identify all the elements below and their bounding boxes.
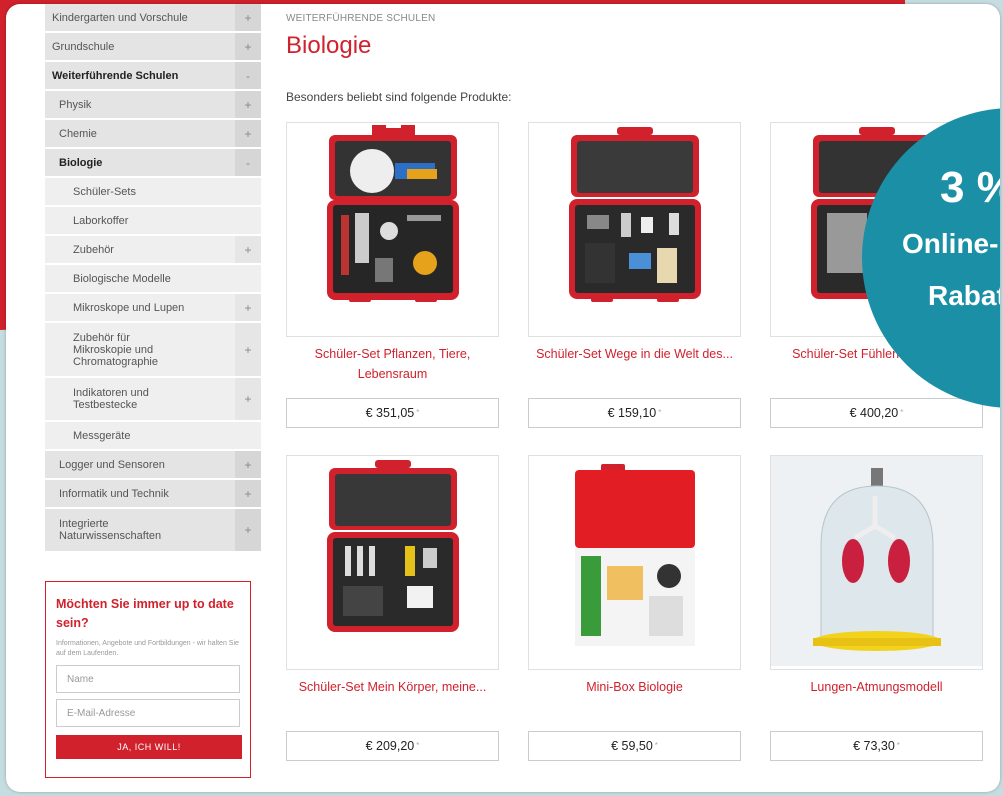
newsletter-text: Informationen, Angebote und Fortbildunge… (56, 640, 239, 657)
expand-toggle[interactable]: + (235, 480, 261, 507)
sidebar-item-schueler-sets[interactable]: Schüler-Sets (45, 178, 261, 207)
sidebar-item-label: Mikroskope und Lupen (73, 301, 185, 314)
sidebar-item-laborkoffer[interactable]: Laborkoffer (45, 207, 261, 236)
newsletter-box: Möchten Sie immer up to date sein? Infor… (45, 581, 251, 778)
product-image[interactable] (771, 456, 982, 666)
product-name-link[interactable]: Mini-Box Biologie (536, 677, 733, 697)
sidebar-item-label: Biologische Modelle (73, 272, 171, 285)
badge-percent: 3 % (940, 163, 1000, 212)
breadcrumb[interactable]: WEITERFÜHRENDE SCHULEN (286, 13, 435, 24)
product-name-link[interactable]: Schüler-Set Pflanzen, Tiere, Lebensraum (294, 344, 491, 384)
sidebar-item-label: Schüler-Sets (73, 185, 136, 198)
expand-toggle[interactable]: + (235, 509, 261, 551)
sidebar-item-weiterfuehrende-schulen[interactable]: Weiterführende Schulen - (45, 62, 261, 91)
sidebar-item-messgeraete[interactable]: Messgeräte (45, 422, 261, 451)
sidebar-item-biologische-modelle[interactable]: Biologische Modelle (45, 265, 261, 294)
email-field[interactable] (56, 699, 240, 727)
sidebar-item-kindergarten[interactable]: Kindergarten und Vorschule + (45, 4, 261, 33)
price-value: € 159,10 (607, 406, 657, 420)
expand-toggle[interactable]: + (235, 236, 261, 263)
expand-toggle[interactable]: + (235, 33, 261, 60)
sidebar-item-zubehoer[interactable]: Zubehör + (45, 236, 261, 265)
page-title: Biologie (286, 32, 372, 59)
sidebar-item-label: Weiterführende Schulen (52, 69, 179, 82)
sidebar-item-label: Laborkoffer (73, 214, 129, 227)
price-value: € 59,50 (611, 739, 653, 753)
subscribe-button[interactable]: JA, ICH WILL! (56, 735, 242, 759)
product-image[interactable] (529, 456, 740, 666)
category-sidebar: Kindergarten und Vorschule + Grundschule… (45, 4, 261, 553)
product-card[interactable] (528, 122, 741, 337)
expand-toggle[interactable]: + (235, 378, 261, 420)
product-card[interactable] (770, 455, 983, 670)
page-panel: Kindergarten und Vorschule + Grundschule… (6, 4, 1000, 792)
expand-toggle[interactable]: + (235, 120, 261, 147)
sidebar-item-integrierte[interactable]: Integrierte Naturwissenschaften + (45, 509, 261, 553)
sidebar-item-informatik[interactable]: Informatik und Technik + (45, 480, 261, 509)
product-image[interactable] (287, 456, 498, 666)
sidebar-item-label: Logger und Sensoren (59, 458, 165, 471)
product-name-link[interactable]: Lungen-Atmungsmodell (778, 677, 975, 697)
price-box: € 159,10 * (528, 398, 741, 428)
collapse-toggle[interactable]: - (235, 62, 261, 89)
expand-toggle[interactable]: + (235, 4, 261, 31)
expand-toggle[interactable]: + (235, 323, 261, 376)
price-star: * (654, 741, 658, 750)
product-card[interactable] (286, 122, 499, 337)
sidebar-item-label: Kindergarten und Vorschule (52, 11, 188, 24)
price-star: * (900, 408, 904, 417)
sidebar-item-label: Informatik und Technik (59, 487, 169, 500)
expand-toggle[interactable]: + (235, 91, 261, 118)
product-image[interactable] (287, 123, 498, 333)
name-field[interactable] (56, 665, 240, 693)
sidebar-item-zubehoer-mikroskopie[interactable]: Zubehör für Mikroskopie und Chromatograp… (45, 323, 261, 378)
price-star: * (896, 741, 900, 750)
sidebar-item-label: Biologie (59, 156, 103, 169)
expand-toggle[interactable]: + (235, 451, 261, 478)
expand-toggle[interactable]: + (235, 294, 261, 321)
price-box: € 351,05 * (286, 398, 499, 428)
badge-line-rabatt: Rabatt (928, 280, 1000, 311)
product-card[interactable] (286, 455, 499, 670)
price-box: € 400,20 * (770, 398, 983, 428)
sidebar-item-label: Indikatoren und Testbestecke (73, 387, 149, 411)
sidebar-item-logger[interactable]: Logger und Sensoren + (45, 451, 261, 480)
sidebar-item-label: Zubehör (73, 243, 114, 256)
price-value: € 351,05 (365, 406, 415, 420)
price-star: * (416, 408, 420, 417)
price-star: * (658, 408, 662, 417)
sidebar-item-label: Zubehör für Mikroskopie und Chromatograp… (73, 331, 158, 368)
newsletter-title: Möchten Sie immer up to date sein? (56, 597, 234, 630)
collapse-toggle[interactable]: - (235, 149, 261, 176)
sidebar-item-biologie[interactable]: Biologie - (45, 149, 261, 178)
sidebar-item-physik[interactable]: Physik + (45, 91, 261, 120)
price-value: € 73,30 (853, 739, 895, 753)
price-box: € 209,20 * (286, 731, 499, 761)
intro-text: Besonders beliebt sind folgende Produkte… (286, 90, 512, 104)
product-name-link[interactable]: Schüler-Set Wege in die Welt des... (536, 344, 733, 364)
price-box: € 59,50 * (528, 731, 741, 761)
product-card[interactable] (528, 455, 741, 670)
product-name-link[interactable]: Schüler-Set Mein Körper, meine... (294, 677, 491, 697)
sidebar-item-label: Chemie (59, 127, 97, 140)
product-image[interactable] (529, 123, 740, 333)
sidebar-item-label: Grundschule (52, 40, 115, 53)
price-box: € 73,30 * (770, 731, 983, 761)
badge-line-online: Online- (902, 228, 999, 259)
sidebar-item-indikatoren[interactable]: Indikatoren und Testbestecke + (45, 378, 261, 422)
sidebar-item-label: Messgeräte (73, 429, 131, 442)
sidebar-item-mikroskope[interactable]: Mikroskope und Lupen + (45, 294, 261, 323)
price-value: € 209,20 (365, 739, 415, 753)
sidebar-item-label: Integrierte Naturwissenschaften (59, 518, 162, 542)
sidebar-item-grundschule[interactable]: Grundschule + (45, 33, 261, 62)
price-value: € 400,20 (849, 406, 899, 420)
sidebar-item-label: Physik (59, 98, 92, 111)
sidebar-item-chemie[interactable]: Chemie + (45, 120, 261, 149)
price-star: * (416, 741, 420, 750)
